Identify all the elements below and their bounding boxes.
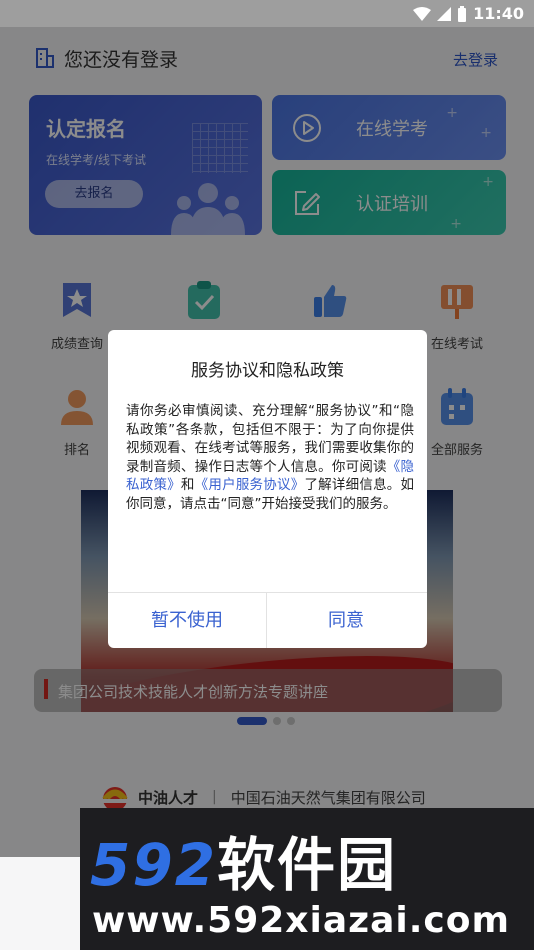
battery-icon: [458, 5, 467, 22]
signal-icon: [437, 6, 452, 21]
watermark-number: 592: [90, 831, 218, 899]
wifi-icon: [413, 6, 432, 21]
status-time: 11:40: [473, 4, 524, 23]
dialog-text: 和: [180, 477, 195, 493]
watermark-brand-text: 软件园: [217, 831, 398, 899]
dialog-title: 服务协议和隐私政策: [191, 361, 344, 381]
user-agreement-link[interactable]: 《用户服务协议》: [195, 477, 305, 493]
status-bar: 11:40: [0, 0, 534, 27]
watermark-brand: 592软件园: [90, 818, 397, 902]
watermark-logo: 592软件园 www.592xiazai.com: [80, 808, 534, 950]
status-icons: 11:40: [413, 4, 524, 23]
dialog-body: 请你务必审慎阅读、充分理解“服务协议”和“隐私政策”各条款，包括但不限于：为了向…: [126, 402, 414, 513]
dialog-text: 请你务必审慎阅读、充分理解“服务协议”和“隐私政策”各条款，包括但不限于：为了向…: [126, 403, 414, 475]
privacy-dialog: 服务协议和隐私政策 请你务必审慎阅读、充分理解“服务协议”和“隐私政策”各条款，…: [108, 330, 427, 648]
agree-button[interactable]: 同意: [267, 593, 425, 648]
watermark-url: www.592xiazai.com: [92, 900, 510, 941]
decline-button[interactable]: 暂不使用: [108, 593, 266, 648]
